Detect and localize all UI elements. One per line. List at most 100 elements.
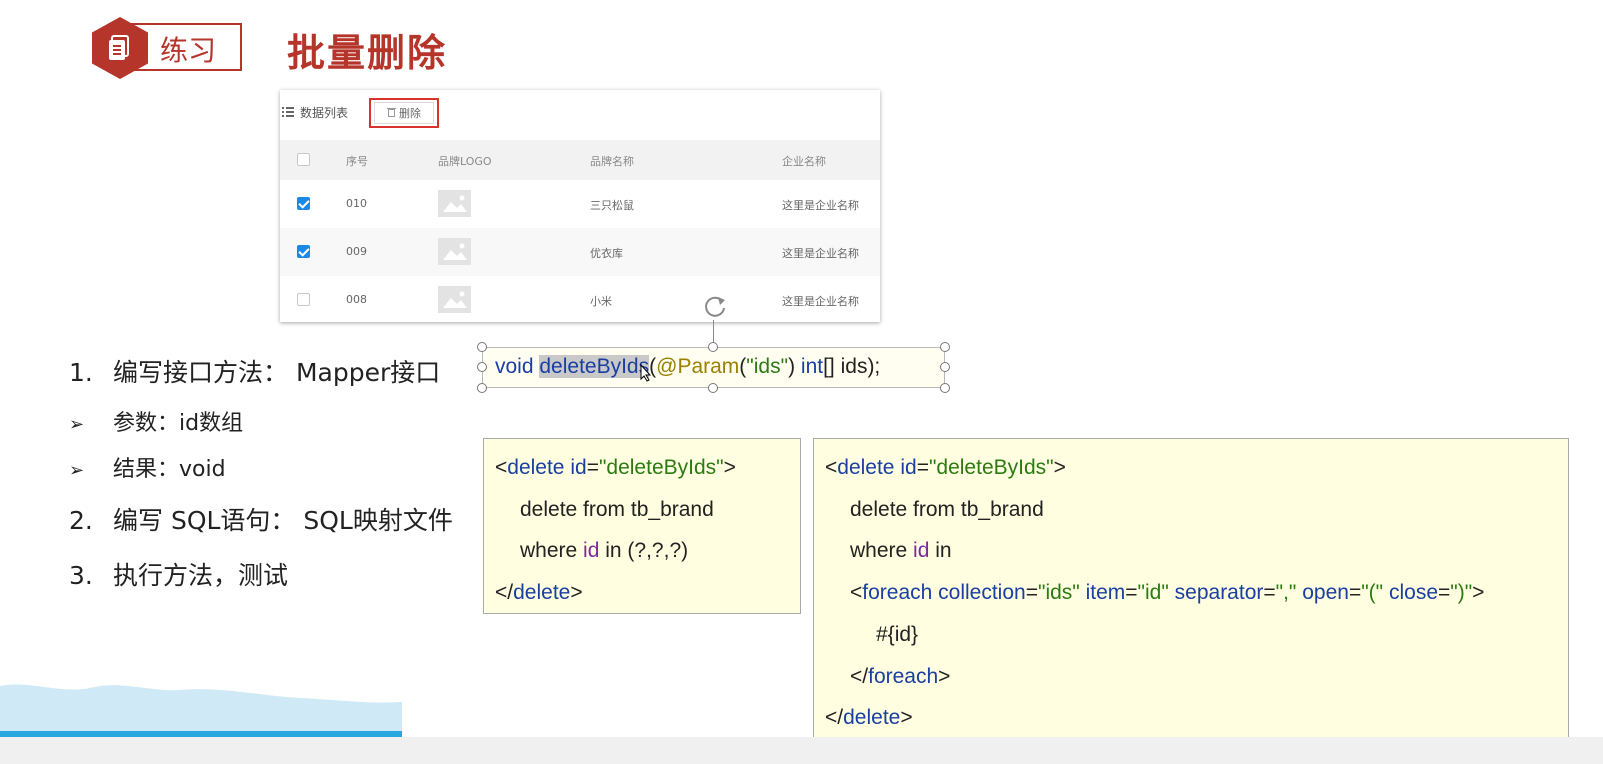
practice-badge: 练习 <box>92 17 250 79</box>
row-company: 这里是企业名称 <box>782 247 859 260</box>
page-title: 批量删除 <box>287 31 448 75</box>
delete-button[interactable]: 删除 <box>374 102 434 124</box>
code-punct: > <box>938 665 951 688</box>
badge-label: 练习 <box>160 34 217 67</box>
row-company: 这里是企业名称 <box>782 199 859 212</box>
row-checkbox[interactable] <box>297 245 310 258</box>
code-punct: ) <box>788 355 796 378</box>
code-punct: = <box>586 456 599 479</box>
row-checkbox[interactable] <box>297 293 310 306</box>
column-header-logo: 品牌LOGO <box>438 155 492 168</box>
code-line: where id in (?,?,?) <box>520 539 688 563</box>
code-punct: </ <box>825 706 844 729</box>
code-punct: </ <box>850 665 869 688</box>
step-1-result: ➢ 结果：void <box>69 451 226 483</box>
code-line: </foreach> <box>850 665 950 689</box>
column-header-id: 序号 <box>346 155 368 168</box>
resize-handle[interactable] <box>708 383 718 393</box>
trash-icon <box>387 107 396 120</box>
code-text: where <box>520 539 578 562</box>
code-string: "," <box>1275 581 1297 604</box>
footer-bar <box>0 737 1603 764</box>
step-text: 执行方法，测试 <box>113 561 289 590</box>
resize-handle[interactable] <box>940 342 950 352</box>
code-attr: separator <box>1174 581 1264 604</box>
code-line: #{id} <box>876 623 919 646</box>
delete-button-highlight: 删除 <box>369 98 439 128</box>
code-text: where <box>850 539 908 562</box>
rotate-icon[interactable] <box>700 292 730 320</box>
code-prop: id <box>913 539 930 562</box>
row-id: 009 <box>346 245 367 258</box>
code-punct: > <box>900 706 913 729</box>
code-string: "ids" <box>746 355 789 378</box>
resize-handle[interactable] <box>940 383 950 393</box>
code-text: in <box>935 539 952 562</box>
code-punct: > <box>1053 456 1066 479</box>
decorative-wave <box>0 684 402 736</box>
code-string: ")" <box>1450 581 1473 604</box>
image-placeholder-icon <box>438 286 471 313</box>
code-punct: < <box>495 456 508 479</box>
resize-handle[interactable] <box>708 342 718 352</box>
list-title-text: 数据列表 <box>300 106 349 120</box>
row-brand: 小米 <box>590 295 612 308</box>
method-name: deleteByIds <box>539 355 650 378</box>
code-string: "deleteByIds" <box>598 456 724 479</box>
code-tag: foreach <box>862 581 933 604</box>
step-text: 编写接口方法： Mapper接口 <box>113 358 441 387</box>
delete-button-label: 删除 <box>399 107 421 120</box>
code-punct: < <box>850 581 863 604</box>
list-title: 数据列表 <box>282 104 348 121</box>
code-annotation: @Param <box>656 355 740 378</box>
resize-handle[interactable] <box>477 383 487 393</box>
code-tag: delete <box>507 456 565 479</box>
code-string: "ids" <box>1037 581 1080 604</box>
code-line: </delete> <box>495 581 583 605</box>
step-number: 3. <box>69 561 93 590</box>
code-tag: delete <box>513 581 571 604</box>
code-attr: open <box>1302 581 1349 604</box>
resize-handle[interactable] <box>940 362 950 372</box>
row-id: 008 <box>346 293 367 306</box>
method-signature-textbox[interactable]: void deleteByIds(@Param("ids") int[] ids… <box>482 347 945 388</box>
image-placeholder-icon <box>438 190 471 217</box>
code-line: where id in <box>850 539 952 563</box>
table-row: 010 三只松鼠 这里是企业名称 <box>280 180 880 228</box>
row-company: 这里是企业名称 <box>782 295 859 308</box>
resize-handle[interactable] <box>477 342 487 352</box>
code-string: "id" <box>1137 581 1169 604</box>
arrow-bullet-icon: ➢ <box>69 414 85 435</box>
table-row: 009 优衣库 这里是企业名称 <box>280 228 880 276</box>
row-brand: 三只松鼠 <box>590 199 634 212</box>
table-header: 序号 品牌LOGO 品牌名称 企业名称 <box>280 140 880 180</box>
column-header-company: 企业名称 <box>782 155 826 168</box>
code-text: in (?,?,?) <box>605 539 689 562</box>
code-line: delete from tb_brand <box>850 498 1044 521</box>
code-line: delete from tb_brand <box>520 498 714 521</box>
code-type: int <box>800 355 824 378</box>
code-rest: [] ids); <box>823 355 881 378</box>
data-list-panel: 数据列表 删除 序号 品牌LOGO 品牌名称 企业名称 010 三只松鼠 这里是… <box>280 90 880 322</box>
sql-code-box-foreach: <delete id="deleteByIds"> delete from tb… <box>813 438 1569 741</box>
code-punct: = <box>916 456 929 479</box>
table-row: 008 小米 这里是企业名称 <box>280 276 880 324</box>
code-punct: </ <box>495 581 514 604</box>
code-keyword: void <box>495 355 534 378</box>
arrow-bullet-icon: ➢ <box>69 460 85 481</box>
code-line: </delete> <box>825 706 913 730</box>
step-number: 1. <box>69 358 93 387</box>
list-icon <box>282 106 294 120</box>
step-text: 编写 SQL语句： SQL映射文件 <box>113 506 453 535</box>
resize-handle[interactable] <box>477 362 487 372</box>
code-punct: > <box>723 456 736 479</box>
code-line: <foreach collection="ids" item="id" sepa… <box>850 581 1485 604</box>
step-text: 结果：void <box>113 457 226 482</box>
row-checkbox[interactable] <box>297 197 310 210</box>
select-all-checkbox[interactable] <box>297 153 310 166</box>
step-1: 1. 编写接口方法： Mapper接口 <box>69 353 440 389</box>
code-punct: > <box>570 581 583 604</box>
code-attr: collection <box>938 581 1026 604</box>
column-header-brand: 品牌名称 <box>590 155 634 168</box>
code-prop: id <box>583 539 600 562</box>
